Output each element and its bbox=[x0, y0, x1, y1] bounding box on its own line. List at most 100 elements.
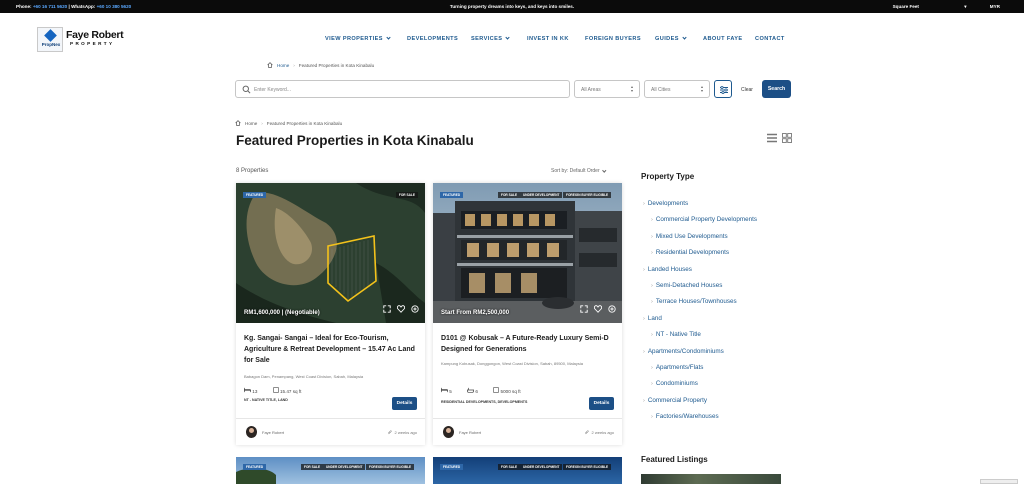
chevron-right-icon: › bbox=[651, 283, 653, 289]
advanced-filter-button[interactable] bbox=[714, 80, 732, 98]
chevron-right-icon: › bbox=[651, 332, 653, 339]
status-badge: FOREIGN BUYER ELIGIBLE bbox=[563, 192, 612, 198]
bed-icon bbox=[441, 387, 448, 393]
expand-icon[interactable] bbox=[383, 305, 391, 313]
heart-icon[interactable] bbox=[594, 305, 602, 313]
listing-address: Babagon Dam, Penampang, West Coast Divis… bbox=[244, 374, 364, 379]
nav-item-services[interactable]: SERVICES bbox=[471, 35, 511, 42]
sidebar-item[interactable]: › Commercial Property bbox=[643, 397, 707, 404]
sidebar-item-label: Factories/Warehouses bbox=[655, 413, 719, 421]
sidebar-item[interactable]: › Residential Developments bbox=[651, 249, 729, 256]
nav-item-about-faye[interactable]: ABOUT FAYE bbox=[703, 36, 743, 42]
chevron-down-icon bbox=[386, 35, 391, 40]
search-input[interactable]: Enter Keyword... bbox=[235, 80, 570, 98]
breadcrumb-current: Featured Properties in Kota Kinabalu bbox=[298, 63, 375, 68]
compare-icon[interactable] bbox=[608, 305, 616, 313]
sidebar-item-label: Developments bbox=[647, 200, 689, 207]
status-badge: FOREIGN BUYER ELIGIBLE bbox=[563, 464, 612, 470]
nav-item-invest-in-kk[interactable]: INVEST IN KK bbox=[527, 36, 569, 42]
areas-select[interactable]: All Areas ▴ ▾ bbox=[574, 80, 640, 98]
sidebar-item[interactable]: › Semi-Detached Houses bbox=[651, 282, 722, 289]
sidebar-item[interactable]: › Developments bbox=[643, 200, 688, 207]
currency-switcher[interactable]: ▾ MYR bbox=[942, 4, 1000, 9]
search-button[interactable]: Search bbox=[762, 80, 791, 98]
breadcrumb-home[interactable]: Home bbox=[277, 63, 289, 68]
sidebar-item-label: NT - Native Title bbox=[655, 331, 701, 339]
property-card[interactable]: FEATURED FOR SALE UNDER DEVELOPMENT FORE… bbox=[433, 457, 622, 484]
listing-age: 2 weeks ago bbox=[584, 430, 614, 435]
property-image[interactable]: FEATURED FOR SALE UNDER DEVELOPMENT FORE… bbox=[433, 183, 622, 323]
scroll-indicator bbox=[980, 479, 1018, 484]
nav-item-guides[interactable]: GUIDES bbox=[655, 35, 687, 42]
nav-item-contact[interactable]: CONTACT bbox=[755, 36, 785, 42]
chevron-down-icon bbox=[505, 35, 511, 40]
property-card[interactable]: FEATURED FOR SALE UNDER DEVELOPMENT FORE… bbox=[236, 457, 425, 484]
sidebar-item[interactable]: › Commercial Property Developments bbox=[651, 216, 757, 223]
logo-mark-text: PropNex bbox=[41, 42, 61, 47]
sidebar-item[interactable]: › Apartments/Flats bbox=[651, 364, 703, 371]
chevron-right-icon: › bbox=[651, 233, 653, 240]
featured-listing-image[interactable] bbox=[641, 474, 781, 484]
grid-view-icon[interactable] bbox=[782, 133, 792, 143]
sidebar-item[interactable]: › Land bbox=[643, 315, 662, 322]
listing-title[interactable]: Kg. Sangai- Sangai – Ideal for Eco-Touri… bbox=[244, 333, 416, 366]
sidebar-item[interactable]: › Mixed Use Developments bbox=[651, 233, 728, 240]
breadcrumb-home[interactable]: Home bbox=[245, 121, 257, 126]
card-divider bbox=[433, 418, 622, 419]
select-arrows-icon: ▴ ▾ bbox=[700, 84, 703, 93]
area-spec: 5000 sq ft bbox=[493, 387, 527, 394]
area-icon bbox=[272, 387, 279, 393]
card-divider bbox=[236, 418, 425, 419]
featured-badge: FEATURED bbox=[243, 464, 267, 470]
heart-icon[interactable] bbox=[397, 305, 405, 313]
chevron-right-icon: › bbox=[651, 250, 653, 257]
chevron-right-icon: › bbox=[643, 315, 645, 322]
cities-select[interactable]: All Cities ▴ ▾ bbox=[644, 80, 710, 98]
featured-badge: FEATURED bbox=[243, 192, 267, 198]
areas-select-value: All Areas bbox=[581, 87, 601, 93]
sidebar-item[interactable]: › Apartments/Condominiums bbox=[643, 348, 724, 355]
agent-name: Faye Robert bbox=[262, 430, 285, 435]
details-button[interactable]: Details bbox=[589, 397, 614, 410]
sort-dropdown[interactable]: Sort by: Default Order bbox=[551, 167, 606, 174]
site-logo[interactable]: PropNex Faye Robert PROPERTY bbox=[37, 27, 133, 52]
results-count: 8 Properties bbox=[236, 168, 269, 174]
featured-badge: FEATURED bbox=[440, 192, 464, 198]
nav-item-foreign-buyers[interactable]: FOREIGN BUYERS bbox=[585, 36, 641, 42]
listing-title[interactable]: D101 @ Kobusak – A Future-Ready Luxury S… bbox=[441, 333, 613, 355]
sidebar-item[interactable]: › Terrace Houses/Townhouses bbox=[651, 298, 737, 305]
nav-item-developments[interactable]: DEVELOPMENTS bbox=[407, 36, 458, 42]
sort-label: Sort by: Default Order bbox=[551, 168, 600, 174]
currency-label: MYR bbox=[989, 4, 1000, 9]
compare-icon[interactable] bbox=[411, 305, 419, 313]
details-button[interactable]: Details bbox=[392, 397, 417, 410]
list-view-icon[interactable] bbox=[767, 133, 777, 143]
chevron-right-icon: › bbox=[651, 217, 653, 224]
property-image[interactable] bbox=[433, 457, 622, 484]
bathrooms-spec: 6 bbox=[467, 387, 485, 394]
unit-switcher[interactable]: Square Feet bbox=[893, 4, 919, 9]
sidebar-item[interactable]: › Factories/Warehouses bbox=[651, 413, 719, 420]
sidebar-item-label: Commercial Property bbox=[647, 396, 707, 404]
listing-category[interactable]: NT - NATIVE TITLE, LAND bbox=[244, 398, 288, 402]
breadcrumb: Home › Featured Properties in Kota Kinabal… bbox=[267, 62, 374, 68]
property-card[interactable]: FEATURED FOR SALE UNDER DEVELOPMENT FORE… bbox=[433, 183, 622, 445]
paperclip-icon bbox=[387, 430, 392, 435]
listing-category[interactable]: RESIDENTIAL DEVELOPMENTS, DEVELOPMENTS bbox=[441, 400, 527, 404]
breadcrumb-separator-icon: › bbox=[261, 121, 263, 126]
property-image[interactable] bbox=[236, 457, 425, 484]
nav-item-view-properties[interactable]: VIEW PROPERTIES bbox=[325, 35, 391, 42]
sidebar-item[interactable]: › Condominiums bbox=[651, 380, 698, 387]
clear-button[interactable]: Clear bbox=[741, 87, 753, 93]
card-actions bbox=[580, 305, 616, 313]
property-card[interactable]: FEATURED FOR SALE RM1,600,000 | (Negotia… bbox=[236, 183, 425, 445]
chevron-right-icon: › bbox=[643, 201, 645, 207]
sidebar-item[interactable]: › Landed Houses bbox=[643, 266, 692, 273]
property-image[interactable]: FEATURED FOR SALE RM1,600,000 | (Negotia… bbox=[236, 183, 425, 323]
sidebar-item[interactable]: › NT - Native Title bbox=[651, 331, 701, 338]
expand-icon[interactable] bbox=[580, 305, 588, 313]
area-spec: 15.47 sq ft bbox=[272, 387, 309, 394]
listing-price: Start From RM2,500,000 bbox=[441, 310, 510, 316]
card-actions bbox=[383, 305, 419, 313]
sidebar-item-label: Commercial Property Developments bbox=[655, 216, 757, 224]
